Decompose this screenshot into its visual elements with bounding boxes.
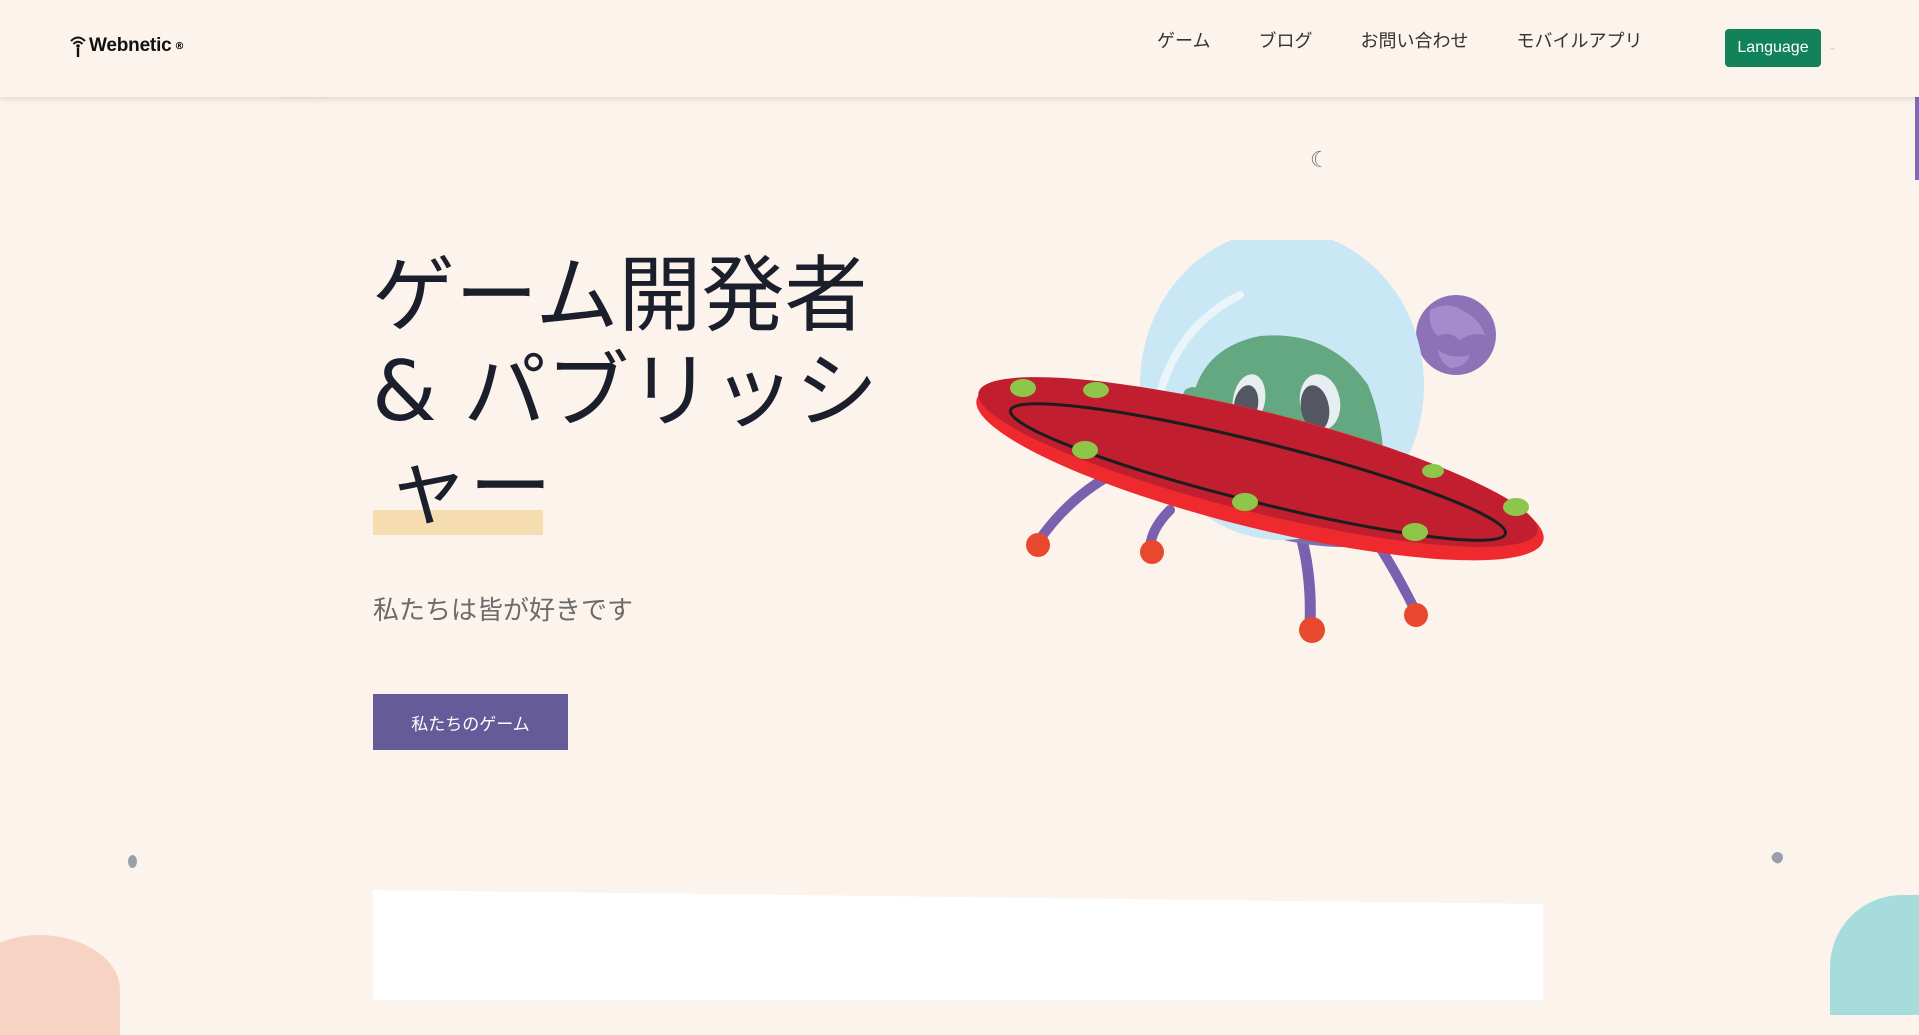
logo-text: Webnetic: [89, 35, 172, 56]
decorative-dot: [128, 855, 137, 868]
our-games-button[interactable]: 私たちのゲーム: [373, 694, 568, 750]
nav-item-contact[interactable]: お問い合わせ: [1360, 30, 1468, 54]
chevron-down-icon[interactable]: ⌄: [1828, 40, 1837, 53]
nav-item-blog[interactable]: ブログ: [1258, 30, 1312, 54]
wifi-signal-icon: [70, 36, 86, 57]
registered-mark: ®: [174, 40, 185, 52]
hero-title: ゲーム開発者 & パブリッシ ャー: [372, 248, 912, 536]
language-button[interactable]: Language: [1725, 29, 1821, 67]
decorative-dot: [1769, 849, 1786, 866]
hero-title-line-1: ゲーム開発者: [372, 247, 868, 344]
site-header: Webnetic ® ゲーム ブログ お問い合わせ モバイルアプリ Languag…: [0, 0, 1919, 97]
ufo-alien-illustration: [976, 240, 1544, 643]
nav-item-games[interactable]: ゲーム: [1157, 30, 1210, 54]
content-panel: [373, 890, 1543, 1000]
decorative-blob: [0, 935, 120, 1035]
hero-title-line-3: ャー: [386, 439, 552, 536]
logo[interactable]: Webnetic ®: [70, 34, 185, 58]
hero-title-line-2: & パブリッシ: [372, 343, 879, 440]
nav-item-mobile-app[interactable]: モバイルアプリ: [1516, 30, 1642, 54]
planet-icon: [1416, 295, 1496, 375]
decorative-blob: [1830, 895, 1919, 1015]
main-nav: ゲーム ブログ お問い合わせ モバイルアプリ: [1157, 30, 1692, 54]
hero-subtitle: 私たちは皆が好きです: [373, 596, 634, 626]
crescent-moon-icon: ☾: [1310, 148, 1330, 173]
